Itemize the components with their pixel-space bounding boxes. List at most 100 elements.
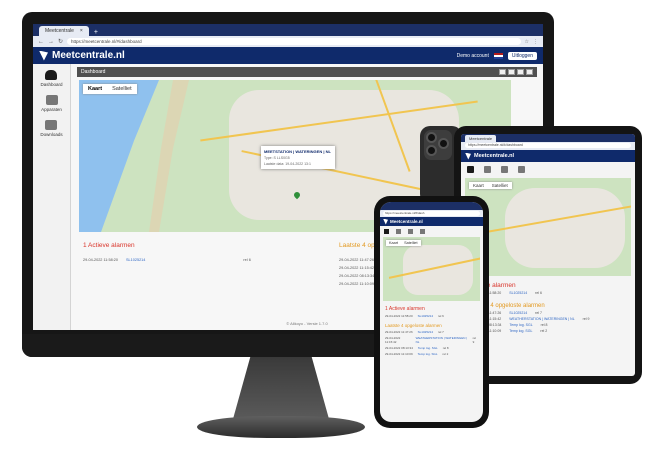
popup-note: Laatste data: 19-04-2022 13:1: [264, 162, 311, 166]
tablet-map-view[interactable]: Kaart Satelliet: [465, 178, 631, 276]
table-row[interactable]: 29-04-2022 11:10:09 Temp log. SGL rel 2: [469, 329, 627, 333]
alarm-time: 29-04-2022 11:47:26: [339, 258, 374, 262]
map-type-satellite-button[interactable]: Satelliet: [488, 182, 512, 189]
alarm-device-link[interactable]: WEATHERSTATION | WATERINGEN | NL: [509, 317, 574, 321]
elephant-icon[interactable]: [467, 165, 474, 173]
table-row[interactable]: 29-04-2022 11:47:26 SL1025214 rel 7: [385, 330, 478, 334]
tablet-url-input[interactable]: https://meetcentrale.nl/#/dashboard: [465, 143, 631, 148]
table-row[interactable]: 29-04-2022 08:13:34 Temp log. SGL rel 8: [385, 346, 478, 350]
alarm-device-link[interactable]: SL1025214: [418, 330, 433, 334]
tablet-resolved-alarms-title: Laatste 4 opgeloste alarmen: [469, 303, 545, 309]
phone-brand-title: Meetcentrale.nl: [390, 219, 423, 224]
download-icon[interactable]: [408, 228, 413, 234]
reload-icon[interactable]: ↻: [58, 38, 63, 45]
alarm-device-link[interactable]: SL1025214: [509, 291, 527, 295]
alarm-device-link[interactable]: WEATHERSTATION | WATERINGEN | NL: [416, 336, 468, 344]
sidebar-item-label: Dashboard: [40, 82, 63, 87]
forward-arrow-icon[interactable]: →: [48, 39, 54, 45]
map-popup: MEETSTATION | WATERINGEN | NL Type: S LL…: [261, 146, 335, 169]
browser-addressbar: ← → ↻ https://meetcentrale.nl/#/dashboar…: [33, 36, 543, 47]
tablet-browser-tab[interactable]: Meetcentrale: [465, 135, 497, 142]
phone-app-header: Meetcentrale.nl: [380, 217, 483, 226]
phone-device: https://meetcentrale.nl/#/dash Meetcentr…: [374, 196, 489, 428]
map-type-map-button[interactable]: Kaart: [83, 84, 107, 94]
url-input[interactable]: https://meetcentrale.nl/#/dashboard: [67, 38, 521, 45]
browser-tabbar: Meetcentrale × +: [33, 24, 543, 36]
phone-url-input[interactable]: https://meetcentrale.nl/#/dash: [383, 211, 480, 216]
alarm-time: 29-04-2022 11:10:09: [385, 352, 413, 356]
layout-1-icon[interactable]: [499, 69, 506, 75]
download-icon[interactable]: [501, 165, 508, 173]
phone-screen: https://meetcentrale.nl/#/dash Meetcentr…: [380, 202, 483, 422]
star-icon[interactable]: ☆: [525, 39, 529, 45]
menu-icon[interactable]: ⋮: [533, 39, 538, 45]
alarm-device-link[interactable]: SL1025214: [509, 311, 527, 315]
alarm-time: 29-04-2022 11:47:26: [385, 330, 413, 334]
alarm-extra: rel 7: [535, 311, 542, 315]
alarm-time: 29-04-2022 08:13:34: [385, 346, 413, 350]
logout-button[interactable]: Uitloggen: [507, 51, 537, 60]
close-icon[interactable]: ×: [80, 28, 83, 34]
alarm-extra: rel 7: [438, 330, 444, 334]
map-type-satellite-button[interactable]: Satelliet: [107, 84, 137, 94]
elephant-icon[interactable]: [384, 228, 389, 234]
alarm-device-link[interactable]: Temp log. SGL: [510, 323, 533, 327]
new-tab-button[interactable]: +: [94, 29, 98, 36]
phone-map-view[interactable]: Kaart Satelliet: [383, 237, 480, 301]
user-icon[interactable]: [518, 165, 525, 173]
account-label[interactable]: Demo account: [457, 53, 489, 59]
browser-tab[interactable]: Meetcentrale ×: [39, 26, 89, 36]
sidebar-item-downloads[interactable]: Downloads: [40, 120, 63, 137]
phone-active-alarms-title: 1 Actieve alarmen: [385, 306, 425, 312]
tablet-addressbar: https://meetcentrale.nl/#/dashboard: [461, 142, 635, 150]
table-row[interactable]: 29-04-2022 11:47:26 SL1025214 rel 7: [469, 311, 627, 315]
map-type-map-button[interactable]: Kaart: [386, 240, 401, 246]
dashboard-bar: Dashboard: [77, 67, 537, 77]
city-area: [505, 188, 625, 268]
table-row[interactable]: 29-04-2022 11:58:20 SL1025214 rel 6: [385, 314, 478, 318]
phone-status-bar: [380, 202, 483, 210]
logo-icon: [39, 50, 48, 61]
map-type-satellite-button[interactable]: Satelliet: [401, 240, 421, 246]
table-row[interactable]: 29-04-2022 08:13:34 Temp log. SGL rel 8: [469, 323, 627, 327]
table-row[interactable]: 29-04-2022 11:58:20 SL1025214 rel 6: [469, 291, 627, 295]
phone-addressbar: https://meetcentrale.nl/#/dash: [380, 210, 483, 217]
table-row[interactable]: 29-04-2022 11:15:42 WEATHERSTATION | WAT…: [469, 317, 627, 321]
tablet-active-alarms-title: Actieve alarmen: [469, 282, 516, 289]
table-row[interactable]: 29-04-2022 11:10:09 Temp log. SGL rel 2: [385, 352, 478, 356]
table-row[interactable]: 29-04-2022 11:15:42 WEATHERSTATION | WAT…: [385, 336, 478, 344]
alarm-device-link[interactable]: SL1025214: [418, 314, 433, 318]
active-alarms-title: 1 Actieve alarmen: [83, 242, 135, 249]
camera-lens-icon: [438, 138, 449, 149]
alarm-device-link[interactable]: Temp log. SGL: [509, 329, 532, 333]
layout-2-icon[interactable]: [508, 69, 515, 75]
flag-icon[interactable]: [493, 52, 503, 59]
brand-title: Meetcentrale.nl: [52, 50, 125, 61]
monitor-base: [197, 416, 365, 438]
popup-title[interactable]: MEETSTATION | WATERINGEN | NL: [264, 149, 332, 154]
map-type-toggle: Kaart Satelliet: [83, 84, 137, 94]
camera-lens-icon: [426, 132, 437, 143]
alarm-device-link[interactable]: SL1025214: [126, 258, 145, 262]
beach-area: [149, 80, 189, 232]
alarm-extra: rel 9: [582, 317, 590, 321]
layout-3-icon[interactable]: [517, 69, 524, 75]
device-icon[interactable]: [484, 165, 491, 173]
layout-4-icon[interactable]: [526, 69, 533, 75]
layout-buttons: [499, 69, 533, 75]
camera-lens-icon: [426, 145, 437, 156]
device-icon: [45, 95, 58, 105]
back-arrow-icon[interactable]: ←: [38, 39, 44, 45]
map-type-map-button[interactable]: Kaart: [469, 182, 488, 189]
alarm-device-link[interactable]: Temp log. SGL: [418, 346, 438, 350]
user-icon[interactable]: [420, 228, 425, 234]
device-icon[interactable]: [396, 228, 401, 234]
sidebar-item-label: Apparaten: [41, 107, 62, 112]
sidebar-item-dashboard[interactable]: Dashboard: [40, 70, 63, 87]
alarm-extra: rel 8: [442, 346, 449, 350]
alarm-extra: rel 9: [472, 336, 476, 344]
sidebar-item-devices[interactable]: Apparaten: [41, 95, 62, 112]
alarm-extra: rel 8: [540, 323, 548, 327]
table-row[interactable]: 29-04-2022 11:58:20 SL1025214 rel 6: [83, 258, 251, 262]
alarm-device-link[interactable]: Temp log. SGL: [418, 352, 438, 356]
